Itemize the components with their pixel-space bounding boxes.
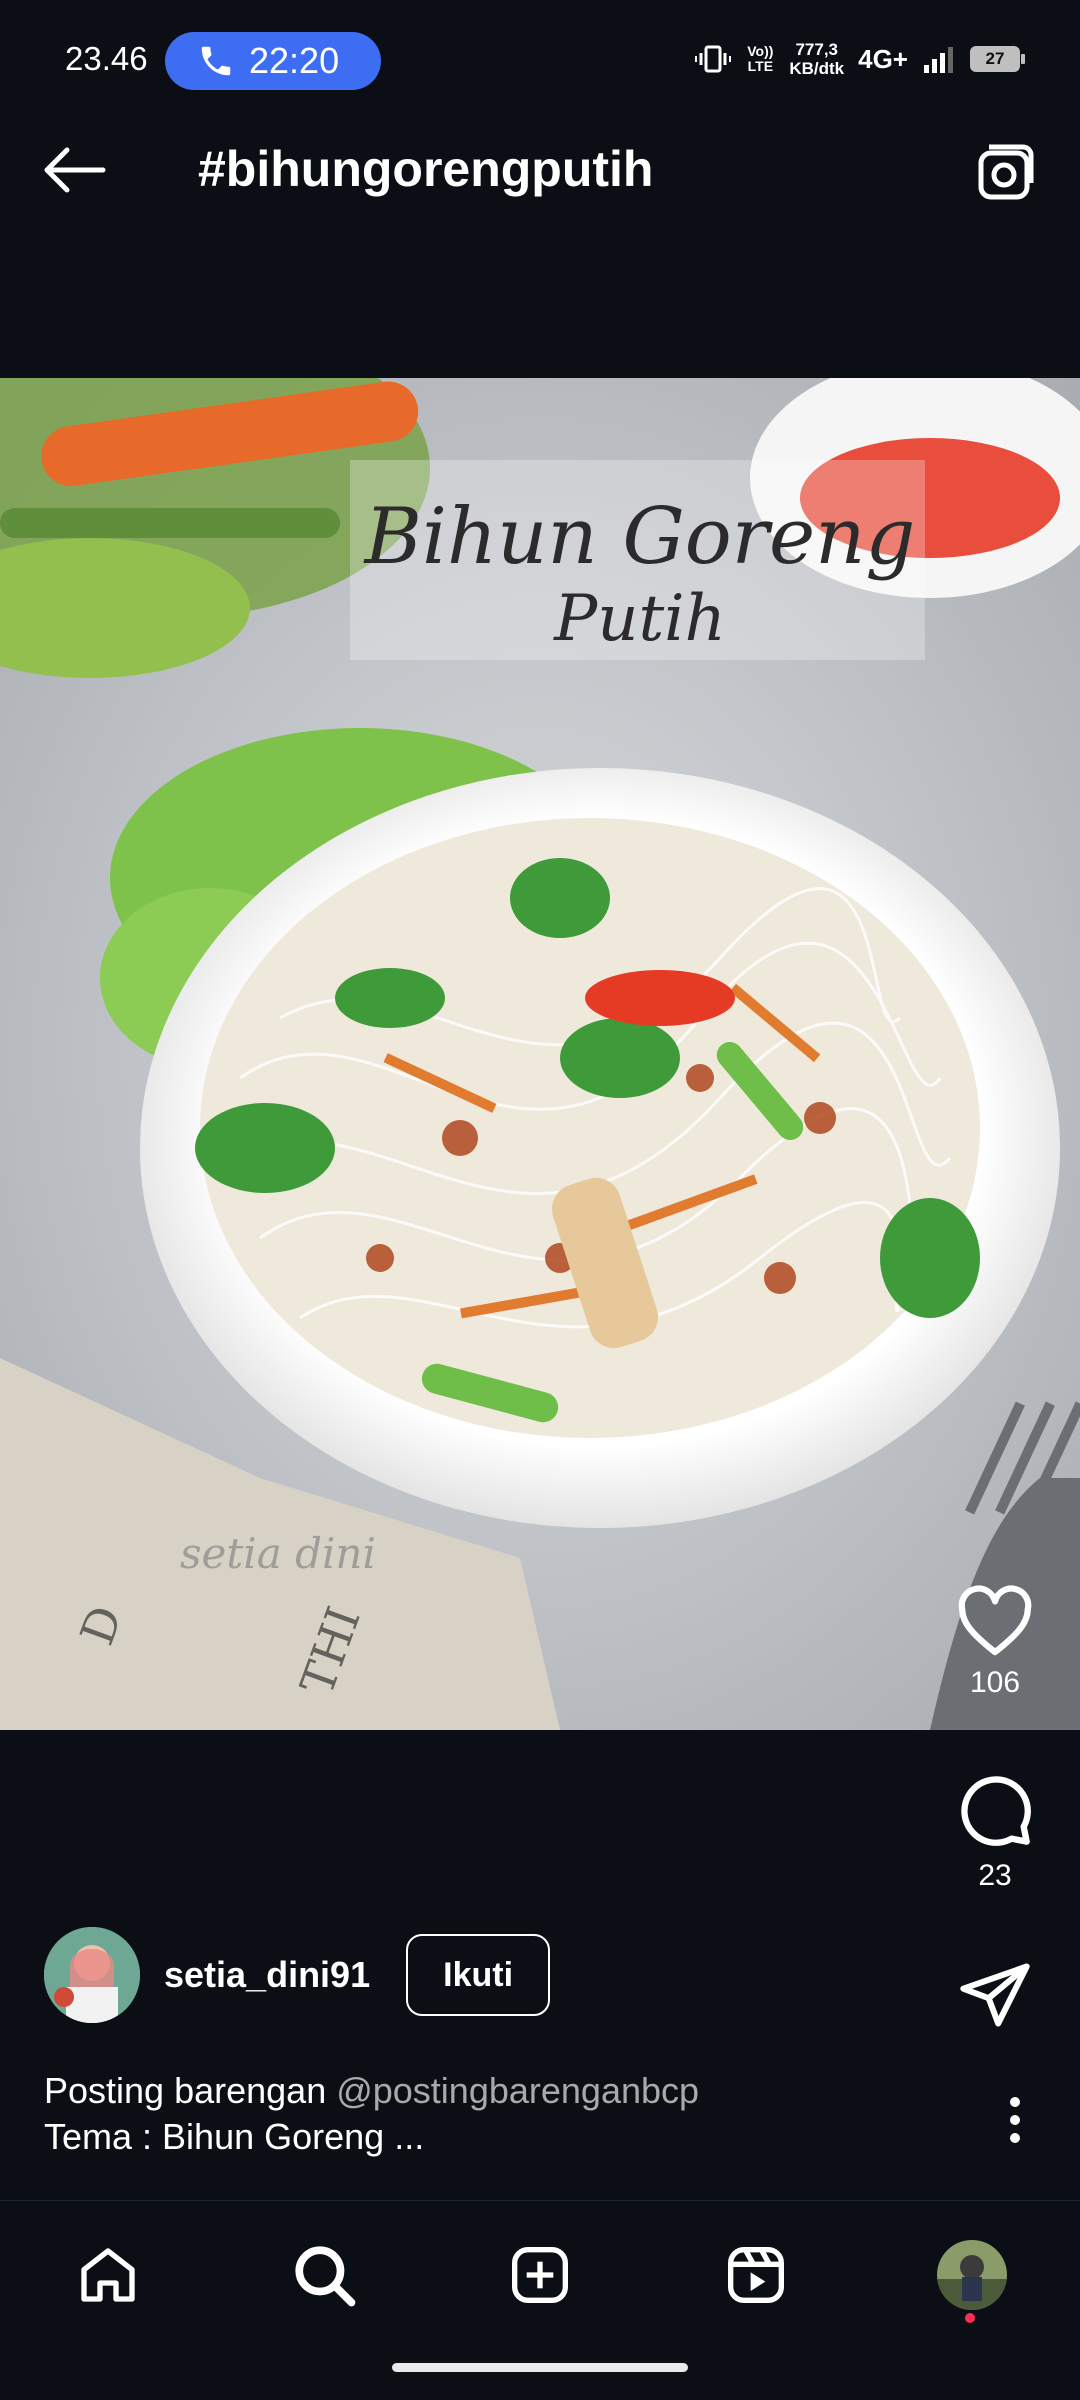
bottom-navigation — [0, 2200, 1080, 2341]
camera-icon — [978, 144, 1034, 200]
network-speed-value: 777,3 — [795, 40, 838, 59]
follow-button[interactable]: Ikuti — [406, 1934, 551, 2016]
camera-button[interactable] — [970, 136, 1040, 206]
network-speed-unit: KB/dtk — [789, 59, 845, 78]
status-time: 23.46 — [65, 40, 148, 77]
caption-prefix: Posting barengan — [44, 2070, 337, 2111]
home-indicator[interactable] — [392, 2363, 688, 2372]
author-avatar[interactable] — [44, 1927, 140, 2023]
reels-icon — [728, 2247, 784, 2303]
top-app-bar: #bihungorengputih — [0, 110, 1080, 230]
post-author-row: setia_dini91 Ikuti — [44, 1925, 551, 2025]
share-action[interactable] — [940, 1960, 1050, 2035]
ongoing-call-pill[interactable]: 22:20 — [165, 32, 381, 90]
battery-icon: 27 — [970, 46, 1025, 72]
back-button[interactable] — [40, 142, 110, 198]
comment-action[interactable]: 23 — [940, 1770, 1050, 1893]
comment-icon — [961, 1776, 1031, 1846]
phone-icon — [201, 46, 231, 76]
post-image[interactable]: Bihun Goreng Putih D THI setia dini — [0, 378, 1080, 1730]
overlay-title-line2: Putih — [553, 582, 726, 656]
back-arrow-icon — [44, 147, 106, 193]
status-icons: Vo)) LTE 777,3 KB/dtk 4G+ 27 — [695, 40, 1025, 78]
home-icon — [81, 2248, 135, 2302]
more-options-button[interactable] — [990, 2090, 1040, 2150]
profile-notification-dot — [965, 2313, 975, 2323]
vibrate-icon — [695, 45, 732, 73]
author-username[interactable]: setia_dini91 — [164, 1954, 370, 1996]
overlay-title-line1: Bihun Goreng — [363, 492, 916, 582]
photo-watermark: setia dini — [180, 1529, 376, 1578]
caption-mention[interactable]: @postingbarenganbcp — [336, 2070, 699, 2111]
signal-icon — [924, 47, 953, 73]
caption-line2: Tema : Bihun Goreng ... — [44, 2116, 425, 2157]
food-photo: Bihun Goreng Putih D THI setia dini — [0, 378, 1080, 1730]
network-type: 4G+ — [858, 43, 908, 74]
more-vertical-icon — [1010, 2097, 1020, 2143]
nav-home[interactable] — [68, 2235, 148, 2315]
call-timer: 22:20 — [249, 40, 340, 81]
caption-line1: Posting barengan @postingbarenganbcp — [44, 2068, 904, 2114]
status-bar: 23.46 22:20 Vo)) LTE 777,3 KB/dtk 4G+ 27 — [0, 0, 1080, 110]
send-icon — [960, 1963, 1030, 2027]
profile-avatar — [937, 2240, 1007, 2310]
comment-count: 23 — [978, 1859, 1012, 1892]
nav-reels[interactable] — [716, 2235, 796, 2315]
nav-search[interactable] — [284, 2235, 364, 2315]
network-speed: 777,3 KB/dtk — [789, 40, 844, 78]
nav-profile[interactable] — [932, 2235, 1012, 2315]
like-count: 106 — [969, 1666, 1021, 1699]
volte-indicator: Vo)) LTE — [747, 43, 774, 74]
battery-level: 27 — [985, 49, 1005, 68]
heart-icon — [958, 1585, 1032, 1656]
search-icon — [295, 2246, 356, 2307]
nav-create[interactable] — [500, 2235, 580, 2315]
create-icon — [512, 2247, 568, 2303]
post-caption[interactable]: Posting barengan @postingbarenganbcp Tem… — [44, 2068, 904, 2160]
like-action[interactable]: 106 — [940, 1585, 1050, 1700]
page-title: #bihungorengputih — [198, 141, 654, 197]
